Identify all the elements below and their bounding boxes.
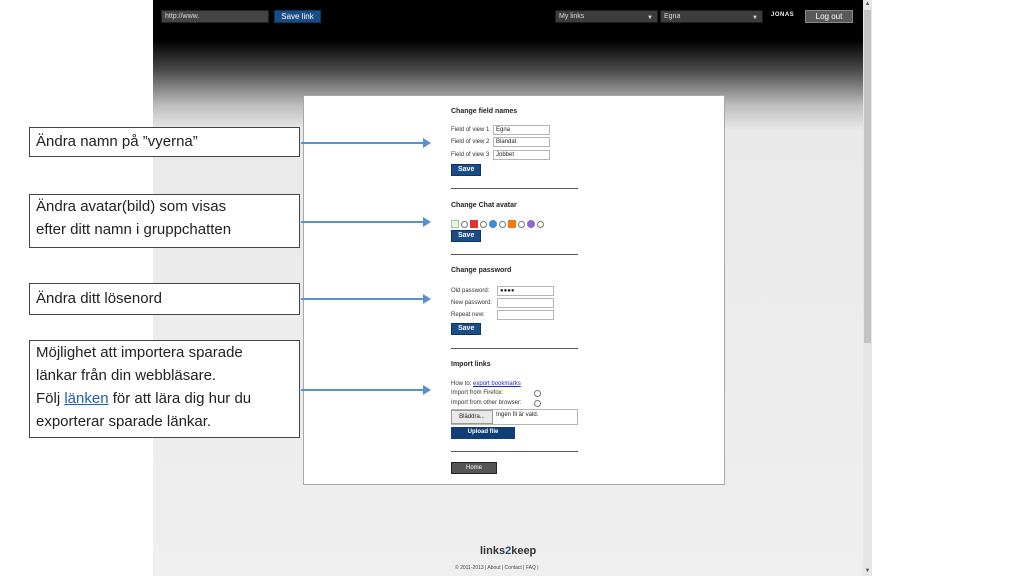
avatar-purple-icon bbox=[527, 220, 535, 228]
avatar-title: Change Chat avatar bbox=[451, 202, 517, 209]
username: JONAS bbox=[771, 12, 795, 18]
field-view-1-input[interactable]: Egna bbox=[493, 125, 550, 135]
arrow-icon bbox=[301, 217, 431, 227]
save-field-names-button[interactable]: Save bbox=[451, 164, 482, 176]
password-title: Change password bbox=[451, 267, 512, 274]
howto-label: How to: bbox=[451, 381, 472, 387]
chevron-down-icon: ▼ bbox=[647, 15, 653, 21]
divider bbox=[451, 188, 578, 189]
new-password-label: New password: bbox=[451, 300, 493, 306]
save-link-button[interactable]: Save link bbox=[274, 10, 321, 23]
avatar-red-icon bbox=[470, 220, 478, 228]
field-view-3-input[interactable]: Jobbet bbox=[493, 150, 550, 160]
export-guide-link[interactable]: länken bbox=[64, 390, 108, 407]
callout-import-line-4: exporterar sparade länkar. bbox=[36, 413, 212, 430]
import-other-radio[interactable] bbox=[534, 400, 541, 407]
callout-avatar-line-2: efter ditt namn i gruppchatten bbox=[36, 221, 232, 238]
avatar-default-icon bbox=[451, 220, 459, 228]
browse-button[interactable]: Bläddra... bbox=[451, 410, 493, 424]
import-title: Import links bbox=[451, 361, 491, 368]
save-avatar-button[interactable]: Save bbox=[451, 230, 482, 242]
avatar-radio[interactable] bbox=[518, 220, 525, 228]
field-view-1-label: Field of view 1 bbox=[451, 127, 490, 133]
divider bbox=[451, 348, 578, 349]
save-password-button[interactable]: Save bbox=[451, 323, 482, 335]
callout-import-line-2: länkar från din webbläsare. bbox=[36, 367, 217, 384]
field-view-2-label: Field of view 2 bbox=[451, 139, 490, 145]
upload-file-button[interactable]: Upload file bbox=[451, 427, 515, 439]
views-select[interactable]: Egna ▼ bbox=[660, 10, 763, 23]
links-select[interactable]: My links ▼ bbox=[555, 10, 658, 23]
callout-avatar-line-1: Ändra avatar(bild) som visas bbox=[36, 198, 227, 215]
slide: http://www. Save link My links ▼ Egna ▼ … bbox=[0, 0, 1024, 576]
divider bbox=[451, 451, 578, 452]
field-names-title: Change field names bbox=[451, 108, 518, 115]
repeat-password-input[interactable] bbox=[497, 310, 554, 320]
callout-password: Ändra ditt lösenord bbox=[29, 283, 300, 315]
old-password-label: Old password: bbox=[451, 288, 490, 294]
arrow-icon bbox=[301, 385, 431, 395]
new-password-input[interactable] bbox=[497, 298, 554, 308]
import-firefox-label: Import from Firefox: bbox=[451, 390, 504, 396]
logout-button[interactable]: Log out bbox=[805, 10, 853, 23]
arrow-icon bbox=[301, 294, 431, 304]
scroll-down-icon[interactable]: ▼ bbox=[863, 567, 872, 576]
links-select-value: My links bbox=[559, 13, 585, 20]
scrollbar[interactable]: ▲ ▼ bbox=[863, 0, 872, 576]
export-bookmarks-link[interactable]: export bookmarks bbox=[473, 381, 521, 387]
avatar-radio[interactable] bbox=[461, 220, 468, 228]
no-file-text: Ingen fil är vald. bbox=[496, 412, 539, 418]
settings-panel: Change field names Field of view 1 Egna … bbox=[303, 95, 725, 485]
brand-logo: links2keep bbox=[480, 545, 536, 557]
field-view-2-input[interactable]: Blandat bbox=[493, 137, 550, 147]
footer-links[interactable]: © 2011-2013 | About | Contact | FAQ | bbox=[455, 565, 539, 571]
divider bbox=[451, 254, 578, 255]
arrow-icon bbox=[301, 138, 431, 148]
howto-row: How to: export bookmarks bbox=[451, 381, 521, 387]
scroll-thumb[interactable] bbox=[864, 10, 871, 343]
old-password-input[interactable]: ●●●● bbox=[497, 286, 554, 296]
callout-import: Möjlighet att importera sparade länkar f… bbox=[29, 340, 300, 438]
brand-part: keep bbox=[511, 545, 537, 557]
avatar-radio[interactable] bbox=[499, 220, 506, 228]
import-other-label: Import from other browser: bbox=[451, 400, 522, 406]
callout-import-line-1: Möjlighet att importera sparade bbox=[36, 344, 243, 361]
callout-avatar: Ändra avatar(bild) som visas efter ditt … bbox=[29, 194, 300, 248]
callout-views: Ändra namn på ”vyerna” bbox=[29, 127, 300, 157]
avatar-orange-icon bbox=[508, 220, 516, 228]
home-button[interactable]: Home bbox=[451, 462, 497, 474]
brand-part: links bbox=[480, 545, 506, 557]
top-bar: http://www. Save link My links ▼ Egna ▼ … bbox=[153, 0, 863, 28]
text: Följ bbox=[36, 390, 65, 407]
views-select-value: Egna bbox=[664, 13, 681, 20]
avatar-radio[interactable] bbox=[537, 220, 544, 228]
url-input[interactable]: http://www. bbox=[161, 10, 269, 23]
import-firefox-radio[interactable] bbox=[534, 390, 541, 397]
scroll-up-icon[interactable]: ▲ bbox=[863, 0, 872, 9]
avatar-blue-icon bbox=[489, 220, 497, 228]
field-view-3-label: Field of view 3 bbox=[451, 152, 490, 158]
repeat-password-label: Repeat new: bbox=[451, 312, 485, 318]
avatar-radio[interactable] bbox=[480, 220, 487, 228]
avatar-options bbox=[451, 219, 544, 229]
chevron-down-icon: ▼ bbox=[752, 15, 758, 21]
text: för att lära dig hur du bbox=[108, 390, 252, 407]
callout-import-line-3: Följ länken för att lära dig hur du bbox=[36, 387, 293, 410]
